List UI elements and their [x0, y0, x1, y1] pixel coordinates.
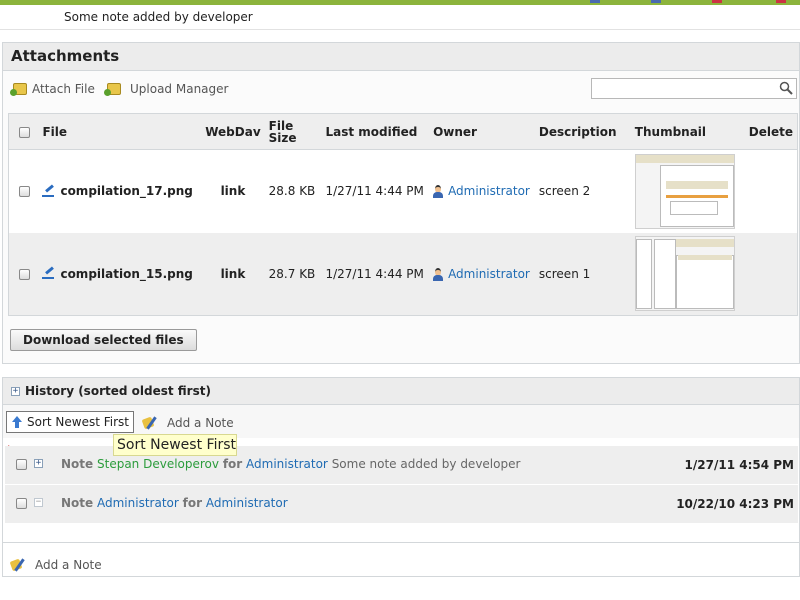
- add-note-icon: [143, 416, 159, 430]
- entry-type: Note: [61, 457, 94, 471]
- entry-author[interactable]: Stepan Developerov: [97, 457, 219, 471]
- attachments-table: File WebDav File Size Last modified Owne…: [8, 113, 798, 316]
- col-file[interactable]: File: [38, 113, 202, 150]
- file-size: 28.8 KB: [264, 149, 322, 233]
- col-thumbnail: Thumbnail: [630, 113, 745, 150]
- entry-text: Note Administrator for Administrator: [61, 496, 288, 510]
- webdav-link[interactable]: link: [221, 267, 246, 281]
- row-select-cell: [8, 232, 39, 316]
- thumbnail-cell: [630, 232, 745, 316]
- attachments-title: Attachments: [11, 47, 120, 65]
- sort-newest-first-button[interactable]: Sort Newest First: [6, 411, 134, 433]
- toolbar-mark: [590, 0, 600, 3]
- entry-note: Some note added by developer: [331, 457, 521, 471]
- attachment-search-input[interactable]: [591, 78, 797, 99]
- col-last-modified[interactable]: Last modified: [321, 113, 430, 150]
- history-title: History (sorted oldest first): [25, 384, 211, 398]
- upload-manager-button[interactable]: Upload Manager: [104, 82, 229, 96]
- user-icon: [433, 185, 444, 199]
- previous-note-row: Some note added by developer: [0, 5, 800, 30]
- attach-file-button[interactable]: Attach File: [10, 82, 95, 96]
- table-row: compilation_17.png link 28.8 KB 1/27/11 …: [8, 149, 798, 233]
- webdav-cell: link: [201, 232, 265, 316]
- select-all-checkbox[interactable]: [19, 126, 30, 138]
- sort-tooltip: Sort Newest First: [113, 434, 237, 456]
- webdav-cell: link: [201, 149, 265, 233]
- history-header: + History (sorted oldest first): [3, 378, 799, 405]
- file-size: 28.7 KB: [264, 232, 322, 316]
- select-all-cell: [8, 113, 39, 150]
- description: screen 1: [534, 232, 631, 316]
- owner-cell: Administrator: [429, 232, 535, 316]
- entry-for: for: [182, 496, 203, 510]
- toolbar-mark: [776, 0, 786, 3]
- toolbar-mark: [651, 0, 661, 3]
- attach-folder-icon: [10, 83, 27, 96]
- last-modified: 1/27/11 4:44 PM: [321, 149, 430, 233]
- sort-newest-first-label: Sort Newest First: [27, 415, 129, 429]
- upload-manager-label: Upload Manager: [130, 82, 229, 96]
- file-cell: compilation_17.png: [38, 149, 202, 233]
- entry-date: 1/27/11 4:54 PM: [684, 458, 794, 472]
- entry-for: for: [222, 457, 243, 471]
- row-select-cell: [8, 149, 39, 233]
- file-name[interactable]: compilation_15.png: [60, 267, 192, 281]
- col-description[interactable]: Description: [534, 113, 631, 150]
- attachments-header: Attachments: [3, 43, 799, 71]
- webdav-link[interactable]: link: [221, 184, 246, 198]
- row-checkbox[interactable]: [19, 268, 30, 280]
- file-cell: compilation_15.png: [38, 232, 202, 316]
- table-row: compilation_15.png link 28.7 KB 1/27/11 …: [8, 232, 798, 316]
- attachments-panel: Attachments Attach File Upload Manager F…: [2, 42, 800, 364]
- screenshot-thumbnail[interactable]: [634, 236, 735, 312]
- edit-icon[interactable]: [42, 269, 55, 280]
- entry-target[interactable]: Administrator: [246, 457, 328, 471]
- attach-file-label: Attach File: [32, 82, 95, 96]
- last-modified: 1/27/11 4:44 PM: [321, 232, 430, 316]
- add-note-icon: [11, 558, 27, 572]
- entry-text: Note Stepan Developerov for Administrato…: [61, 457, 520, 471]
- download-selected-button[interactable]: Download selected files: [10, 329, 197, 351]
- table-header-row: File WebDav File Size Last modified Owne…: [8, 113, 798, 150]
- owner-link[interactable]: Administrator: [448, 267, 530, 281]
- delete-cell: [744, 149, 798, 233]
- col-file-size[interactable]: File Size: [264, 113, 322, 150]
- entry-checkbox[interactable]: [16, 498, 27, 509]
- owner-link[interactable]: Administrator: [448, 184, 530, 198]
- bottom-add-note-button[interactable]: Add a Note: [11, 558, 102, 572]
- screenshot-thumbnail[interactable]: [634, 153, 735, 229]
- add-note-label: Add a Note: [167, 416, 234, 430]
- entry-author[interactable]: Administrator: [97, 496, 179, 510]
- edit-icon[interactable]: [42, 187, 55, 197]
- arrow-up-icon: [11, 416, 23, 428]
- entry-date: 10/22/10 4:23 PM: [676, 497, 794, 511]
- user-icon: [433, 267, 444, 281]
- bottom-add-note-label: Add a Note: [35, 558, 102, 572]
- expand-icon[interactable]: +: [34, 459, 43, 468]
- file-name[interactable]: compilation_17.png: [60, 184, 192, 198]
- upload-folder-icon: [104, 83, 121, 96]
- collapse-history-icon[interactable]: +: [11, 387, 20, 396]
- previous-note-text: Some note added by developer: [64, 10, 253, 24]
- history-entry: − Note Administrator for Administrator 1…: [5, 485, 798, 523]
- search-icon[interactable]: [779, 81, 793, 95]
- delete-cell: [744, 232, 798, 316]
- description: screen 2: [534, 149, 631, 233]
- col-webdav: WebDav: [201, 113, 265, 150]
- entry-checkbox[interactable]: [16, 459, 27, 470]
- col-owner[interactable]: Owner: [429, 113, 535, 150]
- toolbar-mark: [712, 0, 722, 3]
- thumbnail-cell: [630, 149, 745, 233]
- collapse-icon[interactable]: −: [34, 498, 43, 507]
- row-checkbox[interactable]: [19, 186, 30, 198]
- entry-target[interactable]: Administrator: [206, 496, 288, 510]
- add-note-button[interactable]: Add a Note: [143, 416, 234, 430]
- owner-cell: Administrator: [429, 149, 535, 233]
- entry-type: Note: [61, 496, 94, 510]
- col-delete: Delete: [744, 113, 798, 150]
- history-divider: [3, 542, 799, 543]
